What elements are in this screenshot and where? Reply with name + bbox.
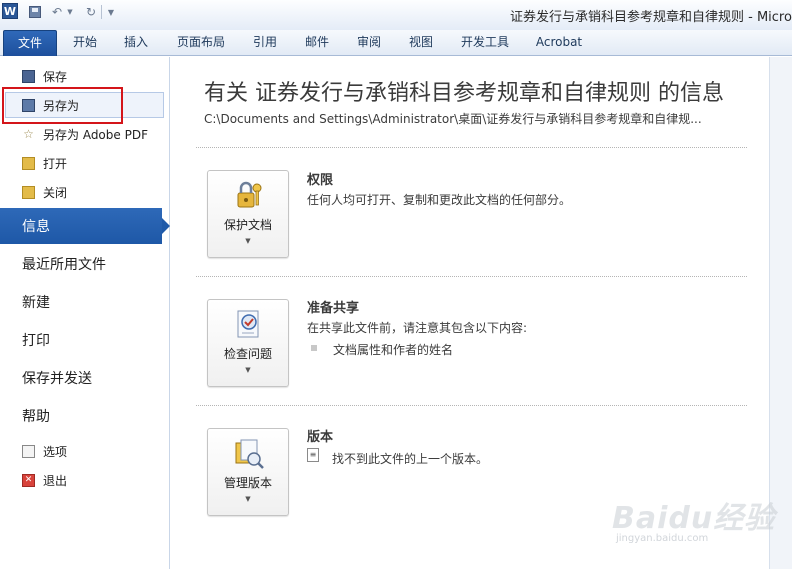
ribbon-tabs: 文件 开始 插入 页面布局 引用 邮件 审阅 视图 开发工具 Acrobat (0, 30, 792, 56)
exit-command[interactable]: ✕ 退出 (0, 467, 170, 493)
manage-versions-button[interactable]: 管理版本 ▼ (207, 428, 289, 516)
open-label: 打开 (43, 156, 68, 171)
close-command[interactable]: 关闭 (0, 179, 170, 205)
protect-document-label: 保护文档 (223, 218, 272, 232)
tab-mailings[interactable]: 邮件 (296, 30, 338, 55)
versions-icon (235, 439, 264, 469)
prepare-sharing-description: 在共享此文件前，请注意其包含以下内容: (307, 321, 528, 335)
divider (196, 147, 747, 148)
check-for-issues-label: 检查问题 (223, 347, 272, 361)
options-command[interactable]: 选项 (0, 438, 170, 464)
close-label: 关闭 (43, 185, 68, 200)
tab-view[interactable]: 视图 (400, 30, 442, 55)
watermark-url: jingyan.baidu.com (616, 533, 709, 544)
tab-page-layout[interactable]: 页面布局 (168, 30, 234, 55)
repeat-icon[interactable]: ↻ (82, 3, 100, 21)
prepare-sharing-title: 准备共享 (307, 301, 360, 316)
watermark-text: Baidu经验 (612, 501, 776, 536)
tab-review[interactable]: 审阅 (348, 30, 390, 55)
dropdown-arrow-icon: ▼ (245, 366, 251, 374)
tab-references[interactable]: 引用 (244, 30, 286, 55)
save-command[interactable]: 保存 (0, 63, 170, 89)
dropdown-arrow-icon: ▼ (245, 237, 251, 245)
window-title: 证券发行与承销科目参考规章和自律规则 - Micro (510, 10, 792, 25)
dropdown-arrow-icon: ▼ (245, 495, 251, 503)
tab-home[interactable]: 开始 (63, 30, 107, 55)
nav-save-send[interactable]: 保存并发送 (0, 360, 170, 396)
document-version-icon: ≡ (307, 448, 319, 462)
save-icon (22, 69, 35, 83)
folder-close-icon (22, 185, 35, 199)
versions-description: 找不到此文件的上一个版本。 (332, 452, 489, 466)
word-logo-icon[interactable]: W (2, 3, 18, 19)
nav-print[interactable]: 打印 (0, 322, 170, 358)
title-bar: W ↶ ▼ ↻ ▼ 证券发行与承销科目参考规章和自律规则 - Micro (0, 0, 792, 30)
tab-file[interactable]: 文件 (3, 30, 57, 56)
folder-open-icon (22, 156, 35, 170)
quick-access-separator (101, 5, 102, 19)
save-as-pdf-command[interactable]: ☆ 另存为 Adobe PDF (0, 121, 170, 147)
tab-insert[interactable]: 插入 (114, 30, 158, 55)
permissions-title: 权限 (307, 173, 334, 188)
tab-developer[interactable]: 开发工具 (452, 30, 518, 55)
nav-new[interactable]: 新建 (0, 284, 170, 320)
inspect-document-icon (237, 310, 259, 338)
nav-recent[interactable]: 最近所用文件 (0, 246, 170, 282)
undo-icon[interactable]: ↶ (48, 3, 66, 21)
save-as-pdf-label: 另存为 Adobe PDF (43, 127, 148, 142)
prepare-sharing-item: 文档属性和作者的姓名 (333, 343, 454, 357)
divider (196, 276, 747, 277)
open-command[interactable]: 打开 (0, 150, 170, 176)
nav-help[interactable]: 帮助 (0, 398, 170, 434)
check-for-issues-button[interactable]: 检查问题 ▼ (207, 299, 289, 387)
exit-icon: ✕ (22, 473, 35, 487)
save-label: 保存 (43, 69, 68, 84)
bullet-icon (311, 345, 317, 351)
quick-save-icon[interactable] (26, 3, 44, 21)
options-label: 选项 (43, 444, 68, 459)
acrobat-icon: ☆ (23, 127, 34, 141)
nav-info[interactable]: 信息 (0, 208, 170, 244)
customize-quick-access-icon[interactable]: ▼ (106, 3, 116, 21)
backstage-nav: 保存 另存为 ☆ 另存为 Adobe PDF 打开 关闭 信息 最近所用文件 新… (0, 57, 170, 569)
permissions-description: 任何人均可打开、复制和更改此文档的任何部分。 (307, 193, 572, 207)
baidu-watermark: Baidu经验 jingyan.baidu.com (612, 489, 774, 549)
options-icon (22, 444, 35, 458)
lock-key-icon (237, 181, 262, 208)
annotation-highlight-box (2, 87, 123, 124)
page-title: 有关 证券发行与承销科目参考规章和自律规则 的信息 (204, 81, 724, 106)
undo-dropdown-icon[interactable]: ▼ (66, 3, 74, 21)
versions-title: 版本 (307, 430, 334, 445)
document-path: C:\Documents and Settings\Administrator\… (204, 112, 702, 126)
tab-acrobat[interactable]: Acrobat (528, 30, 590, 55)
exit-label: 退出 (43, 473, 68, 488)
protect-document-button[interactable]: 保护文档 ▼ (207, 170, 289, 258)
divider (196, 405, 747, 406)
manage-versions-label: 管理版本 (223, 476, 272, 490)
